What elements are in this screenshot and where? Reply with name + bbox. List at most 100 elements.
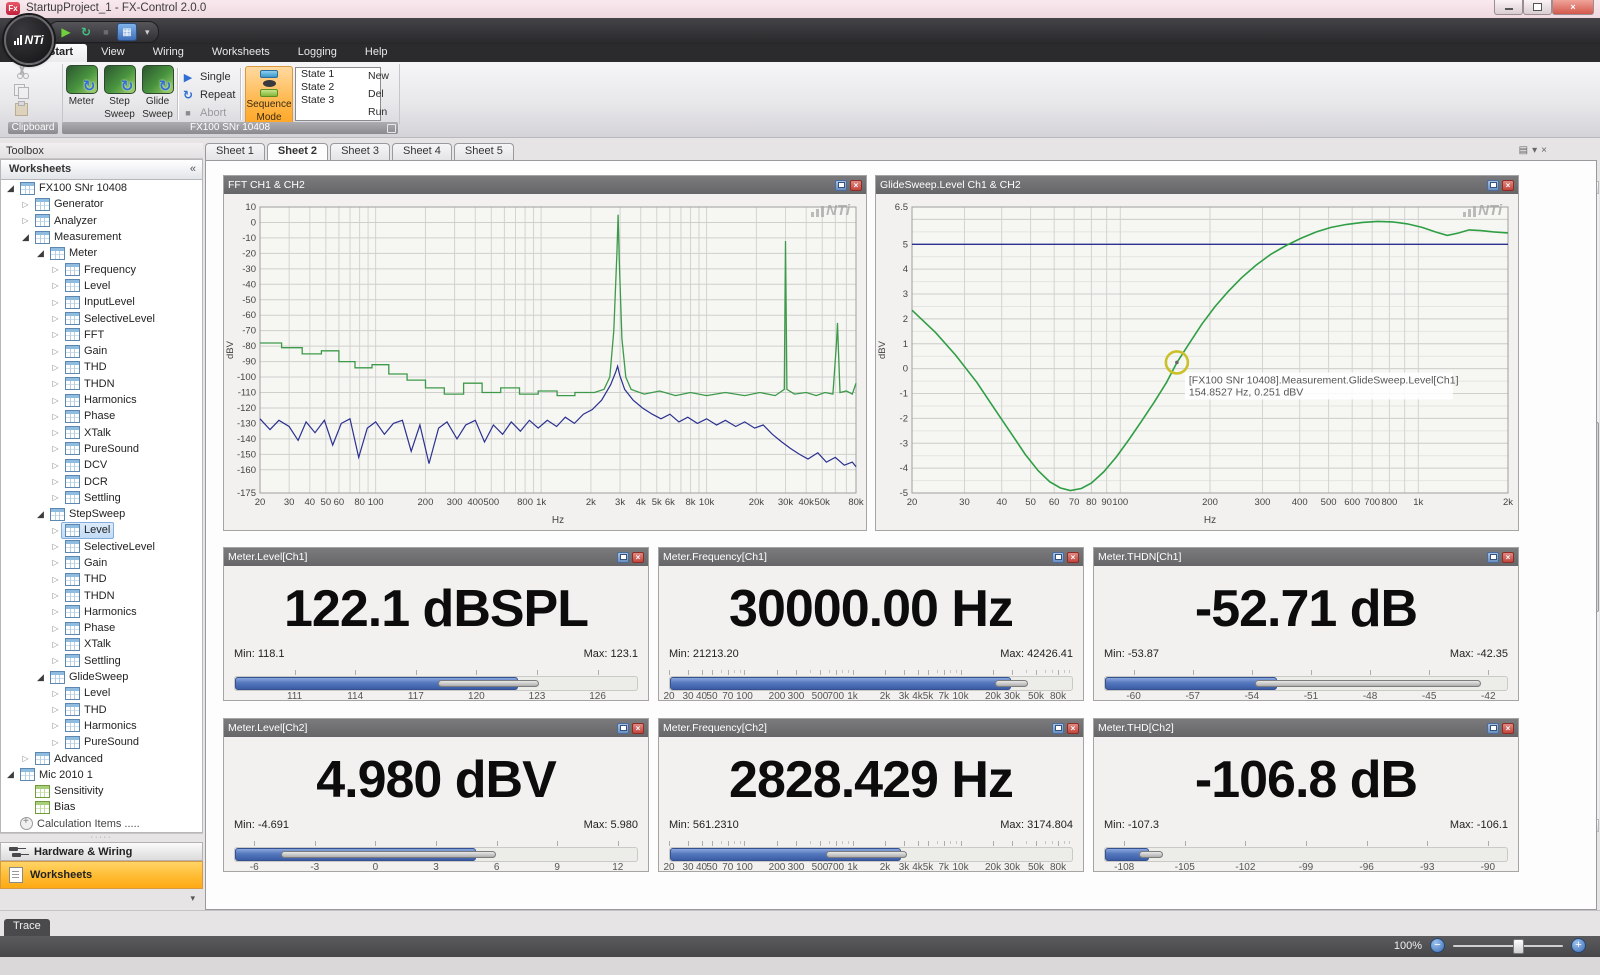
tree-item[interactable]: ▷THDN xyxy=(1,587,202,603)
tree-item-body[interactable]: XTalk xyxy=(61,636,115,653)
tab-sheet-4[interactable]: Sheet 4 xyxy=(392,143,452,160)
meter-panel-header[interactable]: Meter.Frequency[Ch1]× xyxy=(659,548,1083,566)
tab-sheet-2[interactable]: Sheet 2 xyxy=(267,143,328,160)
tree-item-body[interactable]: THD xyxy=(61,701,111,718)
trace-tab[interactable]: Trace xyxy=(4,919,50,937)
expander-closed-icon[interactable]: ▷ xyxy=(50,624,61,633)
tree-item-body[interactable]: FFT xyxy=(61,326,108,343)
tree-item[interactable]: ◢GlideSweep xyxy=(1,669,202,685)
tree-item-body[interactable]: Advanced xyxy=(31,750,107,767)
state-del-button[interactable]: Del xyxy=(368,88,389,100)
tree-item[interactable]: ▷Level xyxy=(1,685,202,701)
expander-open-icon[interactable]: ◢ xyxy=(35,509,46,520)
tree-item[interactable]: ▷FFT xyxy=(1,327,202,343)
ribbon-tab-worksheets[interactable]: Worksheets xyxy=(198,44,284,62)
tree-item-partial[interactable]: Calculation Items ..... xyxy=(1,816,202,832)
panel-close-button[interactable]: × xyxy=(1067,552,1079,563)
tree-item-body[interactable]: Phase xyxy=(61,408,119,425)
restore-button[interactable] xyxy=(1523,0,1552,15)
ribbon-tab-help[interactable]: Help xyxy=(351,44,402,62)
qat-customize-caret-icon[interactable]: ▾ xyxy=(145,27,150,38)
zoom-slider[interactable] xyxy=(1453,938,1563,953)
tree-item-body[interactable]: InputLevel xyxy=(61,294,139,311)
expander-closed-icon[interactable]: ▷ xyxy=(50,347,61,356)
tree-item-body[interactable]: Phase xyxy=(61,620,119,637)
panel-properties-button[interactable] xyxy=(1487,180,1499,191)
tree-item-body[interactable]: Generator xyxy=(31,196,108,213)
tree-item-body[interactable]: GlideSweep xyxy=(46,669,132,686)
sheet-layout-icon[interactable]: ▤ xyxy=(1519,145,1528,156)
tree-item[interactable]: ▷Phase xyxy=(1,620,202,636)
ribbon-tab-view[interactable]: View xyxy=(87,44,139,62)
tree-item-body[interactable]: THD xyxy=(61,571,111,588)
step-sweep-button[interactable]: Step Sweep xyxy=(102,65,137,123)
meter-panel-header[interactable]: Meter.Level[Ch1]× xyxy=(224,548,648,566)
tree-item-body[interactable]: Settling xyxy=(61,652,125,669)
panel-close-button[interactable]: × xyxy=(1502,723,1514,734)
tree-item[interactable]: ▷Gain xyxy=(1,555,202,571)
panel-properties-button[interactable] xyxy=(1052,723,1064,734)
expander-closed-icon[interactable]: ▷ xyxy=(50,705,61,714)
tab-sheet-1[interactable]: Sheet 1 xyxy=(205,143,265,160)
expander-closed-icon[interactable]: ▷ xyxy=(50,330,61,339)
expander-open-icon[interactable]: ◢ xyxy=(35,248,46,259)
tree-item-body[interactable]: FX100 SNr 10408 xyxy=(16,180,131,197)
expander-open-icon[interactable]: ◢ xyxy=(20,232,31,243)
ribbon-tab-logging[interactable]: Logging xyxy=(284,44,351,62)
tree-item-body[interactable]: Calculation Items ..... xyxy=(16,815,144,832)
single-button[interactable]: ▶ Single xyxy=(181,70,235,84)
tree-item[interactable]: ◢FX100 SNr 10408 xyxy=(1,180,202,196)
panel-properties-button[interactable] xyxy=(617,552,629,563)
expander-closed-icon[interactable]: ▷ xyxy=(50,738,61,747)
nav-worksheets-button[interactable]: Worksheets xyxy=(0,861,203,889)
tree-item-body[interactable]: Analyzer xyxy=(31,212,101,229)
collapse-icon[interactable]: « xyxy=(190,160,196,179)
panel-close-button[interactable]: × xyxy=(1067,723,1079,734)
sheet-menu-caret-icon[interactable]: ▾ xyxy=(1532,145,1537,156)
chart-canvas[interactable]: 100-10-20-30-40-50-60-70-80-90-100-110-1… xyxy=(224,194,866,530)
panel-close-button[interactable]: × xyxy=(850,180,862,191)
tree-item-body[interactable]: Measurement xyxy=(31,229,125,246)
tree-item-body[interactable]: THD xyxy=(61,359,111,376)
meter-panel-header[interactable]: Meter.Frequency[Ch2]× xyxy=(659,719,1083,737)
tree-item[interactable]: ▷DCR xyxy=(1,473,202,489)
chart-canvas[interactable]: 6.5543210-1-2-3-4-5203040506070809010020… xyxy=(876,194,1518,530)
tab-sheet-5[interactable]: Sheet 5 xyxy=(454,143,514,160)
tree-item-body[interactable]: DCV xyxy=(61,457,111,474)
panel-properties-button[interactable] xyxy=(1052,552,1064,563)
tree-item[interactable]: Bias xyxy=(1,799,202,815)
tree-item-body[interactable]: Harmonics xyxy=(61,717,141,734)
expander-closed-icon[interactable]: ▷ xyxy=(20,200,31,209)
tree-item[interactable]: ▷THD xyxy=(1,359,202,375)
meter-panel-header[interactable]: Meter.THD[Ch2]× xyxy=(1094,719,1518,737)
tree-item[interactable]: ◢Mic 2010 1 xyxy=(1,767,202,783)
tree-item-body[interactable]: PureSound xyxy=(61,734,143,751)
tree-item[interactable]: ▷Phase xyxy=(1,408,202,424)
run-repeat-icon[interactable]: ↻ xyxy=(77,24,95,40)
expander-closed-icon[interactable]: ▷ xyxy=(50,607,61,616)
panel-close-button[interactable]: × xyxy=(632,723,644,734)
tree-item-body[interactable]: Frequency xyxy=(61,261,140,278)
glide-sweep-button[interactable]: Glide Sweep xyxy=(140,65,175,123)
tree-item-body[interactable]: Level xyxy=(61,685,114,702)
tree-item-body[interactable]: StepSweep xyxy=(46,506,129,523)
zoom-slider-thumb[interactable] xyxy=(1513,939,1524,954)
sequence-view-icon[interactable]: ▦ xyxy=(117,23,137,41)
tab-sheet-3[interactable]: Sheet 3 xyxy=(330,143,390,160)
tree-item[interactable]: ▷Harmonics xyxy=(1,604,202,620)
expander-closed-icon[interactable]: ▷ xyxy=(50,396,61,405)
expander-closed-icon[interactable]: ▷ xyxy=(50,428,61,437)
expander-closed-icon[interactable]: ▷ xyxy=(50,591,61,600)
tree-item[interactable]: ▷DCV xyxy=(1,457,202,473)
expander-open-icon[interactable]: ◢ xyxy=(35,672,46,683)
tree-item-body[interactable]: THDN xyxy=(61,375,119,392)
expander-closed-icon[interactable]: ▷ xyxy=(50,558,61,567)
tree-item[interactable]: ▷Harmonics xyxy=(1,392,202,408)
fft-panel-header[interactable]: FFT CH1 & CH2 × xyxy=(224,176,866,194)
tree-item-body[interactable]: SelectiveLevel xyxy=(61,310,159,327)
repeat-button[interactable]: ↻ Repeat xyxy=(181,88,235,102)
tree-item[interactable]: ▷Analyzer xyxy=(1,213,202,229)
expander-closed-icon[interactable]: ▷ xyxy=(50,542,61,551)
zoom-out-button[interactable]: − xyxy=(1430,938,1445,953)
tree-item-body[interactable]: Bias xyxy=(31,799,79,816)
